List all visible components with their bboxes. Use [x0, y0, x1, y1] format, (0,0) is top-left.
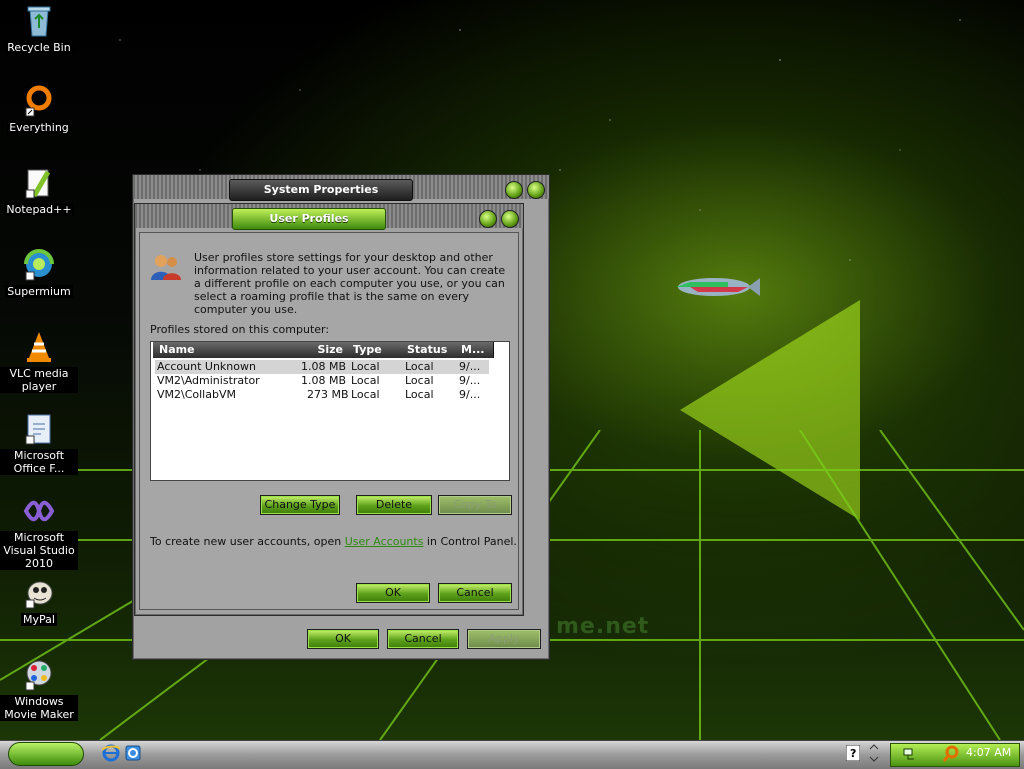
- footer-prefix: To create new user accounts, open: [150, 535, 345, 548]
- system-apply-button[interactable]: Apply: [467, 629, 541, 649]
- cell-status: Local: [405, 374, 434, 387]
- internet-explorer-icon[interactable]: [102, 744, 120, 762]
- copy-to-button[interactable]: Copy To: [438, 495, 512, 515]
- desktop-icon-label: Windows Movie Maker: [0, 695, 78, 721]
- desktop-icon-label: Recycle Bin: [5, 41, 73, 54]
- cell-modified: 9/...: [459, 388, 481, 401]
- office-document-icon: [22, 412, 56, 446]
- desktop-icon-everything[interactable]: Everything: [0, 84, 78, 134]
- cell-name: VM2\CollabVM: [157, 388, 236, 401]
- desktop-icon-notepad-plus-plus[interactable]: Notepad++: [0, 166, 78, 216]
- desktop-icon-label: Supermium: [5, 285, 73, 298]
- cell-status: Local: [405, 360, 434, 373]
- help-icon[interactable]: ?: [846, 745, 860, 761]
- minimize-button[interactable]: [505, 181, 523, 199]
- desktop-icon-vlc[interactable]: VLC media player: [0, 330, 78, 393]
- desktop-icon-movie-maker[interactable]: Windows Movie Maker: [0, 658, 78, 721]
- desktop-icon-label: Notepad++: [4, 203, 74, 216]
- expand-tray-icon[interactable]: [868, 743, 880, 763]
- system-ok-button[interactable]: OK: [307, 629, 379, 649]
- dialog-body: User profiles store settings for your de…: [139, 232, 519, 610]
- user-accounts-link[interactable]: User Accounts: [345, 535, 424, 548]
- cell-modified: 9/...: [459, 360, 481, 373]
- wallpaper-text: me.net: [556, 614, 650, 639]
- cell-name: Account Unknown: [157, 360, 256, 373]
- cell-size: 1.08 MB: [301, 360, 347, 373]
- svg-text:?: ?: [850, 747, 856, 760]
- network-icon[interactable]: [902, 746, 918, 762]
- cell-type: Local: [351, 374, 380, 387]
- user-profiles-title: User Profiles: [232, 208, 386, 230]
- close-title-button[interactable]: [501, 210, 519, 228]
- cell-name: VM2\Administrator: [157, 374, 260, 387]
- column-header-size[interactable]: Size: [293, 342, 348, 358]
- desktop-icon-visual-studio[interactable]: Microsoft Visual Studio 2010: [0, 494, 78, 570]
- table-row[interactable]: VM2\CollabVM 273 MB Local Local 9/...: [155, 388, 489, 402]
- cancel-button[interactable]: Cancel: [438, 583, 512, 603]
- system-cancel-button[interactable]: Cancel: [387, 629, 459, 649]
- wallpaper-shape: [560, 300, 860, 520]
- desktop-icon-label: Everything: [7, 121, 71, 134]
- profiles-list-label: Profiles stored on this computer:: [150, 323, 330, 336]
- column-header-status[interactable]: Status: [401, 342, 456, 358]
- delete-button[interactable]: Delete: [356, 495, 432, 515]
- desktop-icon-mypal[interactable]: MyPal: [0, 576, 78, 626]
- desktop-icon-label: Microsoft Office F...: [0, 449, 78, 475]
- desktop-icon-supermium[interactable]: Supermium: [0, 248, 78, 298]
- movie-maker-icon: [22, 658, 56, 692]
- cell-modified: 9/...: [459, 374, 481, 387]
- footer-text: To create new user accounts, open User A…: [150, 535, 517, 548]
- search-icon[interactable]: [942, 745, 960, 763]
- close-button[interactable]: [527, 181, 545, 199]
- everything-search-icon: [22, 84, 56, 118]
- ok-button[interactable]: OK: [356, 583, 430, 603]
- recycle-bin-icon: [22, 4, 56, 38]
- cell-status: Local: [405, 388, 434, 401]
- table-row[interactable]: Account Unknown 1.08 MB Local Local 9/..…: [155, 360, 489, 374]
- vlc-cone-icon: [22, 330, 56, 364]
- show-desktop-icon[interactable]: [124, 744, 142, 762]
- start-button[interactable]: [8, 742, 84, 766]
- desktop-icon-recycle-bin[interactable]: Recycle Bin: [0, 4, 78, 54]
- column-header-type[interactable]: Type: [347, 342, 402, 358]
- help-title-button[interactable]: [479, 210, 497, 228]
- desktop-icon-office[interactable]: Microsoft Office F...: [0, 412, 78, 475]
- visual-studio-icon: [22, 494, 56, 528]
- supermium-browser-icon: [22, 248, 56, 282]
- desktop-icon-label: MyPal: [21, 613, 57, 626]
- description-text: User profiles store settings for your de…: [194, 251, 506, 316]
- footer-suffix: in Control Panel.: [423, 535, 517, 548]
- user-profiles-dialog: User Profiles User profiles store settin…: [134, 203, 524, 616]
- desktop-icon-label: VLC media player: [0, 367, 78, 393]
- table-row[interactable]: VM2\Administrator 1.08 MB Local Local 9/…: [155, 374, 489, 388]
- cell-type: Local: [351, 360, 380, 373]
- fish-icon: [676, 278, 760, 296]
- notepad-plus-plus-icon: [22, 166, 56, 200]
- column-header-name[interactable]: Name: [153, 342, 300, 358]
- column-header-modified[interactable]: M...: [455, 342, 494, 358]
- cell-size: 273 MB: [307, 388, 349, 401]
- mypal-browser-icon: [22, 576, 56, 610]
- change-type-button[interactable]: Change Type: [260, 495, 340, 515]
- users-icon: [151, 255, 181, 280]
- clock[interactable]: 4:07 AM: [966, 746, 1011, 759]
- cell-size: 1.08 MB: [301, 374, 347, 387]
- profiles-list[interactable]: Name Size Type Status M... Account Unkno…: [150, 341, 510, 481]
- cell-type: Local: [351, 388, 380, 401]
- desktop-icon-label: Microsoft Visual Studio 2010: [0, 531, 78, 570]
- system-properties-title: System Properties: [229, 179, 413, 201]
